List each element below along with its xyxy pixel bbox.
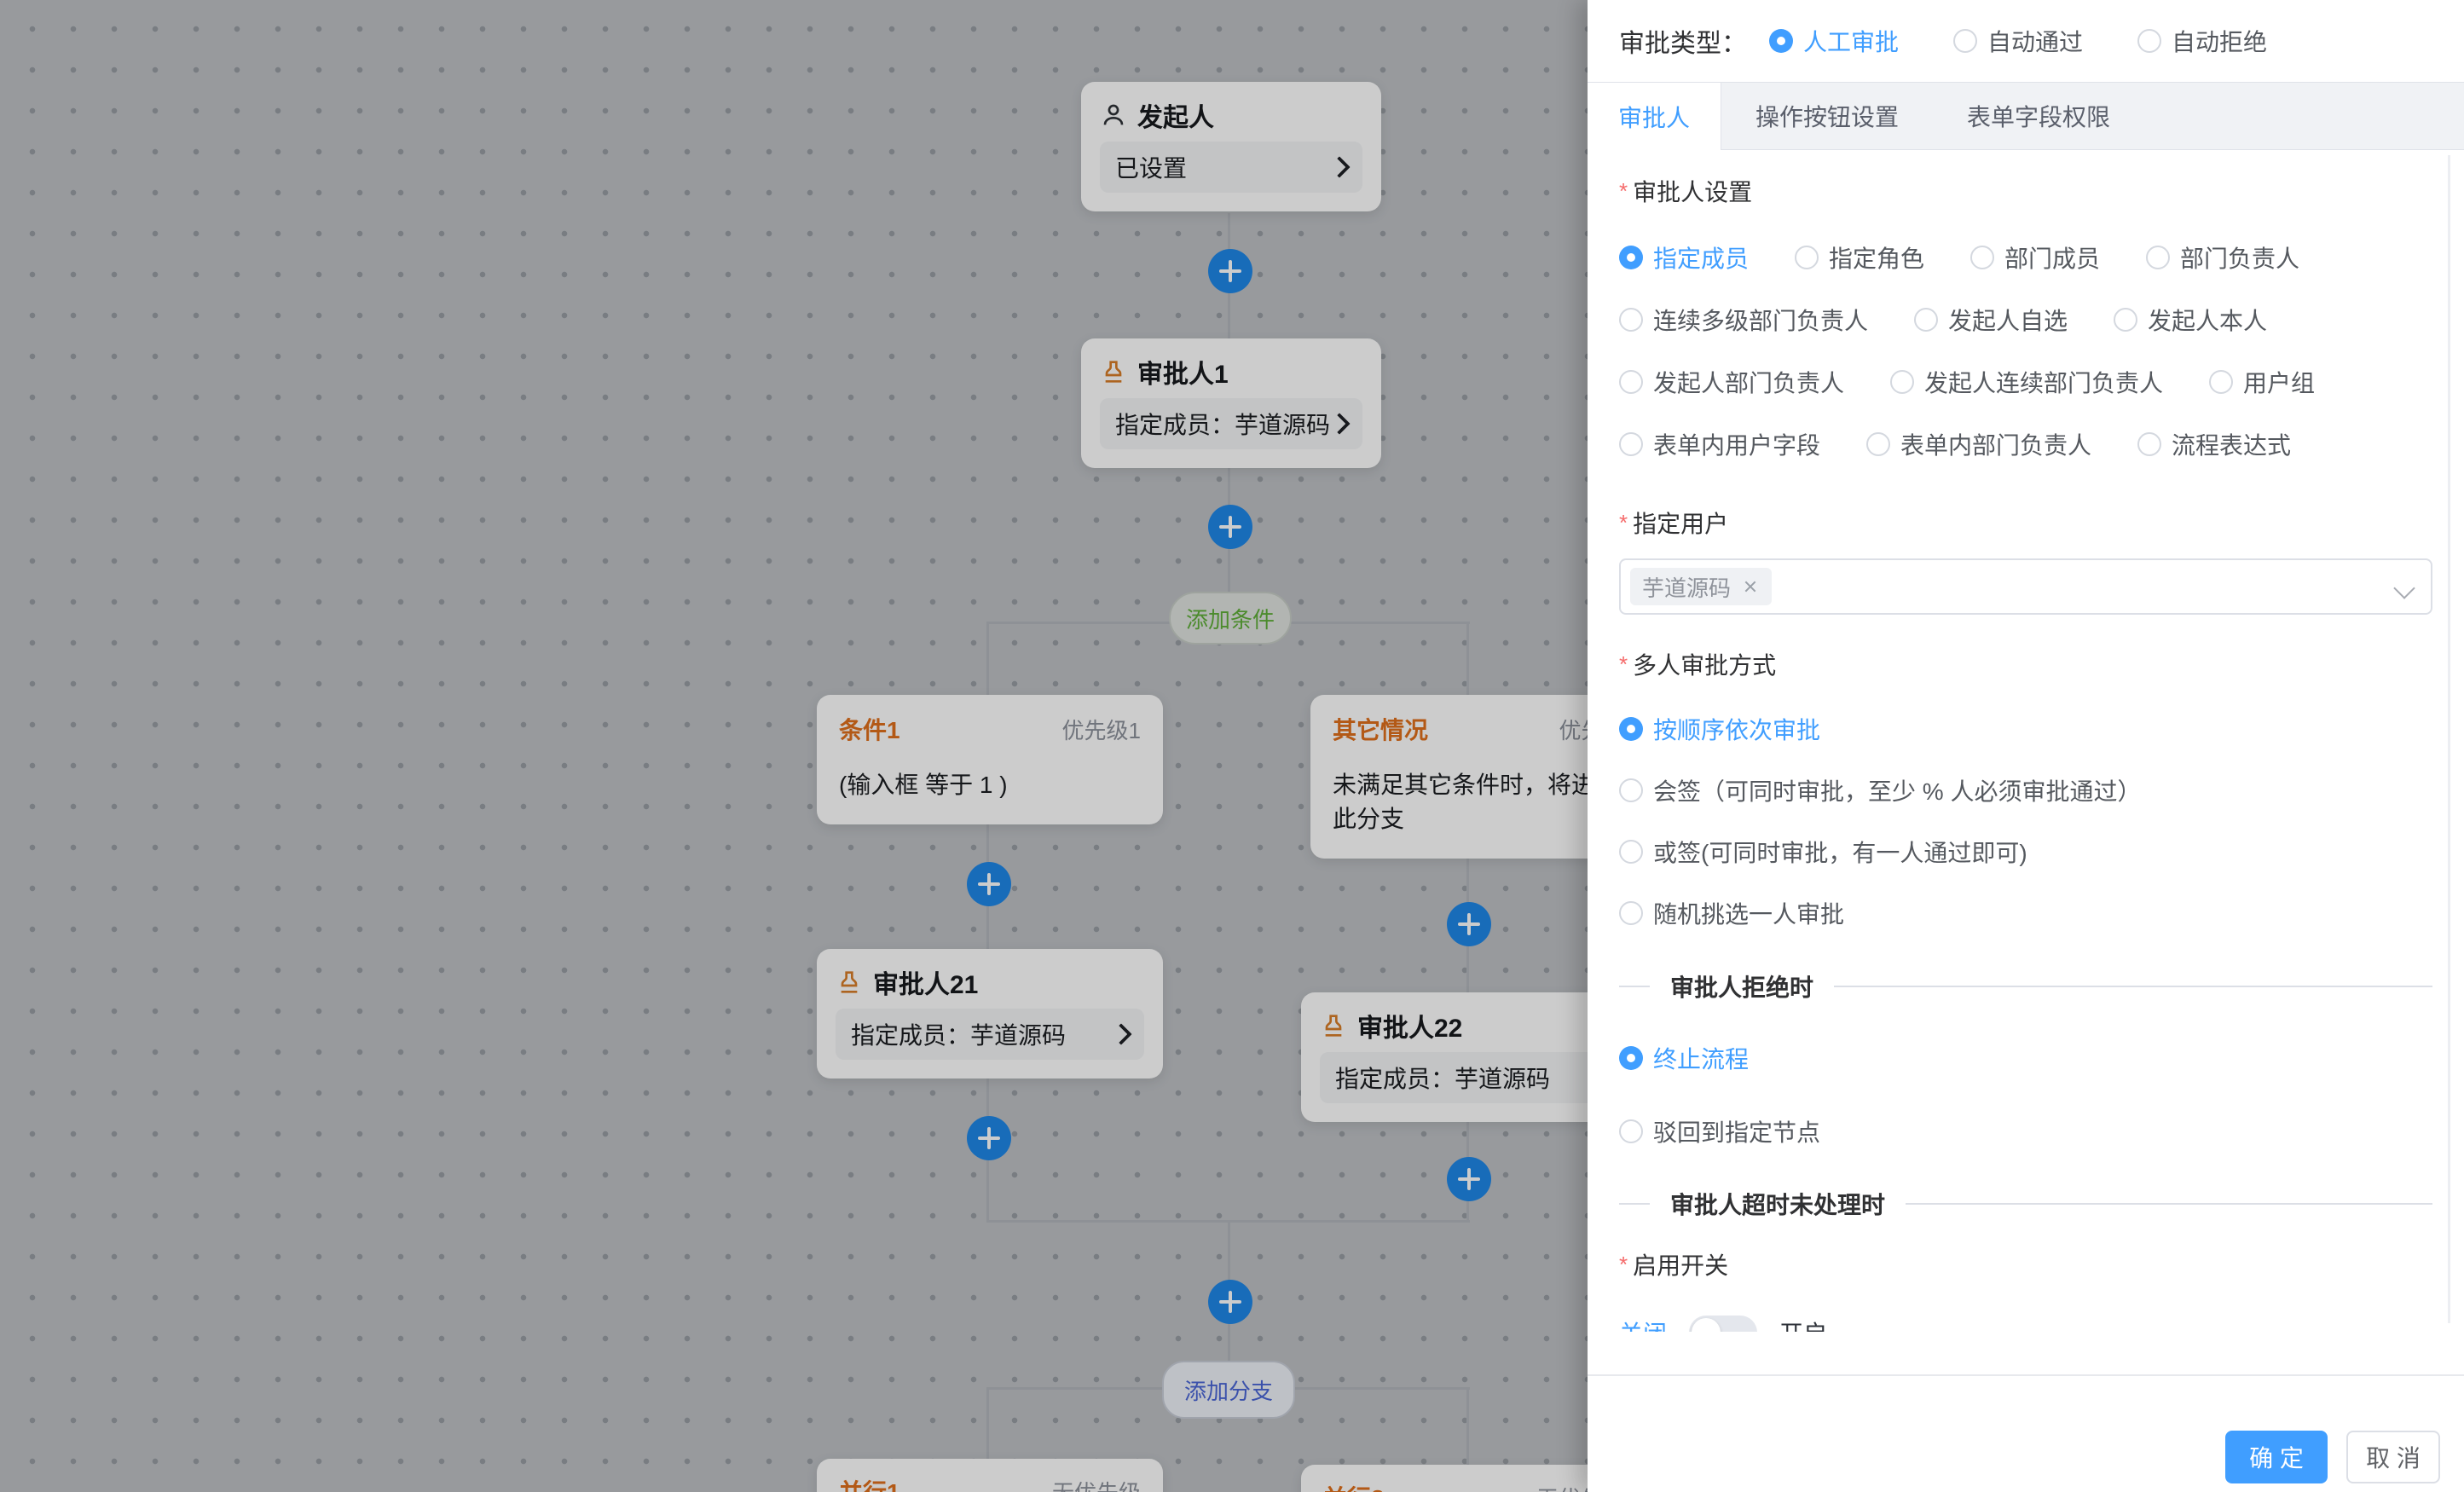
radio-form-user-field[interactable]: 表单内用户字段 bbox=[1619, 427, 1820, 461]
approval-type-label: 审批类型： bbox=[1619, 22, 1747, 60]
approval-config-drawer: 审批类型： 人工审批 自动通过 自动拒绝 审批人 操作按钮设置 表单字 bbox=[1588, 0, 2464, 1492]
tab-action-buttons[interactable]: 操作按钮设置 bbox=[1721, 83, 1933, 149]
modal-overlay[interactable] bbox=[0, 0, 1588, 1492]
reject-section-title: 审批人拒绝时 bbox=[1670, 969, 1813, 1003]
user-tag-label: 芋道源码 bbox=[1642, 571, 1731, 603]
drawer-footer: 确 定 取 消 bbox=[1588, 1374, 2464, 1492]
tab-approver[interactable]: 审批人 bbox=[1588, 83, 1721, 150]
cancel-button[interactable]: 取 消 bbox=[2346, 1431, 2440, 1483]
radio-circle-icon bbox=[1970, 246, 1994, 269]
radio-circle-icon bbox=[2137, 29, 2161, 53]
approver-setting-radio-group: 指定成员 指定角色 部门成员 部门负责人 连续多级部门负责人 发起人自选 发起人… bbox=[1619, 240, 2432, 461]
approval-type-radio-group: 人工审批 自动通过 自动拒绝 bbox=[1769, 24, 2267, 58]
user-tag[interactable]: 芋道源码 bbox=[1630, 568, 1772, 605]
radio-auto-reject[interactable]: 自动拒绝 bbox=[2137, 24, 2267, 58]
radio-circle-icon bbox=[1619, 370, 1643, 394]
approver-setting-label: *审批人设置 bbox=[1619, 177, 2432, 206]
chevron-down-icon bbox=[2393, 577, 2415, 599]
radio-user-group[interactable]: 用户组 bbox=[2209, 365, 2315, 399]
radio-circle-icon bbox=[1619, 840, 1643, 864]
config-tabs: 审批人 操作按钮设置 表单字段权限 bbox=[1588, 82, 2464, 150]
radio-circle-icon bbox=[2209, 370, 2233, 394]
radio-circle-icon bbox=[1619, 717, 1643, 741]
reject-radio-group: 终止流程 驳回到指定节点 bbox=[1619, 1041, 2432, 1148]
radio-dept-member[interactable]: 部门成员 bbox=[1970, 240, 2100, 275]
radio-initiator-multi-dept-leader[interactable]: 发起人连续部门负责人 bbox=[1890, 365, 2163, 399]
reject-section-divider: 审批人拒绝时 bbox=[1619, 973, 2432, 1000]
required-asterisk: * bbox=[1619, 178, 1628, 204]
radio-circle-icon bbox=[1619, 1046, 1643, 1070]
radio-manual-approve[interactable]: 人工审批 bbox=[1769, 24, 1899, 58]
radio-countersign[interactable]: 会签（可同时审批，至少 % 人必须审批通过） bbox=[1619, 773, 2432, 807]
switch-off-label: 关闭 bbox=[1619, 1316, 1667, 1332]
confirm-button[interactable]: 确 定 bbox=[2225, 1431, 2328, 1483]
radio-initiator-self[interactable]: 发起人本人 bbox=[2114, 303, 2267, 337]
radio-auto-pass[interactable]: 自动通过 bbox=[1953, 24, 2083, 58]
radio-sequential-approve[interactable]: 按顺序依次审批 bbox=[1619, 712, 2432, 746]
radio-initiator-dept-leader[interactable]: 发起人部门负责人 bbox=[1619, 365, 1844, 399]
radio-circle-icon bbox=[1890, 370, 1914, 394]
switch-on-label: 开启 bbox=[1779, 1316, 1827, 1332]
radio-initiator-select[interactable]: 发起人自选 bbox=[1914, 303, 2068, 337]
radio-random-one[interactable]: 随机挑选一人审批 bbox=[1619, 896, 2432, 930]
assigned-user-label: *指定用户 bbox=[1619, 509, 2432, 538]
radio-circle-icon bbox=[1953, 29, 1977, 53]
radio-circle-icon bbox=[1866, 432, 1890, 456]
radio-circle-icon bbox=[1769, 29, 1793, 53]
scrollbar[interactable] bbox=[2448, 155, 2450, 1323]
config-scroll-area[interactable]: *审批人设置 指定成员 指定角色 部门成员 部门负责人 连续多级部门负责人 发起… bbox=[1588, 150, 2464, 1332]
tag-close-icon[interactable] bbox=[1741, 577, 1760, 596]
assigned-user-select[interactable]: 芋道源码 bbox=[1619, 558, 2432, 615]
radio-process-expression[interactable]: 流程表达式 bbox=[2137, 427, 2291, 461]
radio-multi-level-dept-leader[interactable]: 连续多级部门负责人 bbox=[1619, 303, 1868, 337]
required-asterisk: * bbox=[1619, 1252, 1628, 1277]
radio-circle-icon bbox=[1619, 1119, 1643, 1143]
radio-dept-leader[interactable]: 部门负责人 bbox=[2146, 240, 2299, 275]
radio-circle-icon bbox=[1619, 308, 1643, 332]
radio-designated-role[interactable]: 指定角色 bbox=[1795, 240, 1924, 275]
required-asterisk: * bbox=[1619, 651, 1628, 677]
timeout-section-divider: 审批人超时未处理时 bbox=[1619, 1190, 2432, 1217]
radio-circle-icon bbox=[2137, 432, 2161, 456]
radio-circle-icon bbox=[1619, 778, 1643, 802]
radio-circle-icon bbox=[1619, 901, 1643, 925]
radio-circle-icon bbox=[1619, 432, 1643, 456]
radio-or-sign[interactable]: 或签(可同时审批，有一人通过即可) bbox=[1619, 835, 2432, 869]
enable-switch-label: *启用开关 bbox=[1619, 1251, 2432, 1280]
radio-designated-member[interactable]: 指定成员 bbox=[1619, 240, 1749, 275]
enable-toggle[interactable] bbox=[1689, 1316, 1757, 1332]
radio-circle-icon bbox=[1914, 308, 1938, 332]
timeout-section-title: 审批人超时未处理时 bbox=[1670, 1187, 1885, 1221]
approval-type-row: 审批类型： 人工审批 自动通过 自动拒绝 bbox=[1588, 0, 2464, 82]
enable-switch-row: 关闭 开启 bbox=[1619, 1314, 2432, 1332]
required-asterisk: * bbox=[1619, 510, 1628, 535]
radio-return-to-node[interactable]: 驳回到指定节点 bbox=[1619, 1114, 2432, 1148]
tab-form-field-permission[interactable]: 表单字段权限 bbox=[1933, 83, 2144, 149]
radio-circle-icon bbox=[1619, 246, 1643, 269]
radio-circle-icon bbox=[1795, 246, 1819, 269]
radio-circle-icon bbox=[2114, 308, 2137, 332]
radio-terminate-process[interactable]: 终止流程 bbox=[1619, 1041, 2432, 1075]
workflow-designer: 发起人 已设置 审批人1 指定成员：芋道源码 bbox=[0, 0, 2464, 1492]
multi-approve-label: *多人审批方式 bbox=[1619, 651, 2432, 679]
radio-form-dept-leader[interactable]: 表单内部门负责人 bbox=[1866, 427, 2091, 461]
radio-circle-icon bbox=[2146, 246, 2170, 269]
multi-approve-radio-group: 按顺序依次审批 会签（可同时审批，至少 % 人必须审批通过） 或签(可同时审批，… bbox=[1619, 712, 2432, 930]
